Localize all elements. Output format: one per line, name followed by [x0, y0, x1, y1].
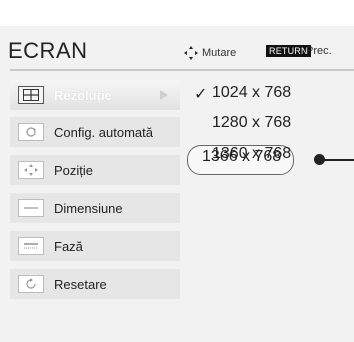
reset-icon [18, 275, 44, 293]
menu-item-label: Poziție [54, 162, 94, 178]
resolution-option-1280x768[interactable]: 1280 x 768 [212, 114, 291, 132]
menu-item-label: Config. automată [54, 124, 154, 140]
move-arrows-icon [184, 46, 198, 60]
header-divider [10, 69, 354, 71]
return-hint-label: Prec. [306, 45, 332, 57]
menu-item-label: Dimensiune [54, 200, 123, 216]
chevron-right-icon [160, 90, 168, 100]
resolution-option-1366x768[interactable]: 1366 x 768 [202, 148, 281, 166]
menu-item-phase[interactable]: Fază [10, 231, 180, 261]
move-hint: Mutare [184, 46, 236, 60]
size-icon [18, 199, 44, 217]
menu-item-resolution[interactable]: Rezoluție [10, 80, 180, 110]
menu-item-label: Resetare [54, 276, 107, 292]
auto-config-icon [18, 123, 44, 141]
menu-header: ECRAN Mutare RETURN Prec. [8, 38, 354, 66]
menu-item-label: Fază [54, 238, 83, 254]
selection-pointer-line [320, 159, 354, 161]
position-icon [18, 161, 44, 179]
checkmark-icon: ✓ [194, 86, 208, 103]
menu-item-reset[interactable]: Resetare [10, 269, 180, 299]
move-hint-label: Mutare [202, 47, 237, 59]
phase-icon [18, 237, 44, 255]
menu-item-auto-config[interactable]: Config. automată [10, 117, 180, 147]
resolution-icon [18, 86, 44, 104]
page-title: ECRAN [8, 38, 88, 63]
top-margin [0, 0, 354, 26]
menu-item-position[interactable]: Poziție [10, 155, 180, 185]
resolution-option-1024x768[interactable]: 1024 x 768 [212, 84, 291, 102]
return-key-badge: RETURN [266, 45, 311, 57]
menu-item-label: Rezoluție [54, 87, 112, 103]
menu-item-size[interactable]: Dimensiune [10, 193, 180, 223]
screen-menu-panel: ECRAN Mutare RETURN Prec. Rezoluție Conf… [0, 0, 354, 342]
